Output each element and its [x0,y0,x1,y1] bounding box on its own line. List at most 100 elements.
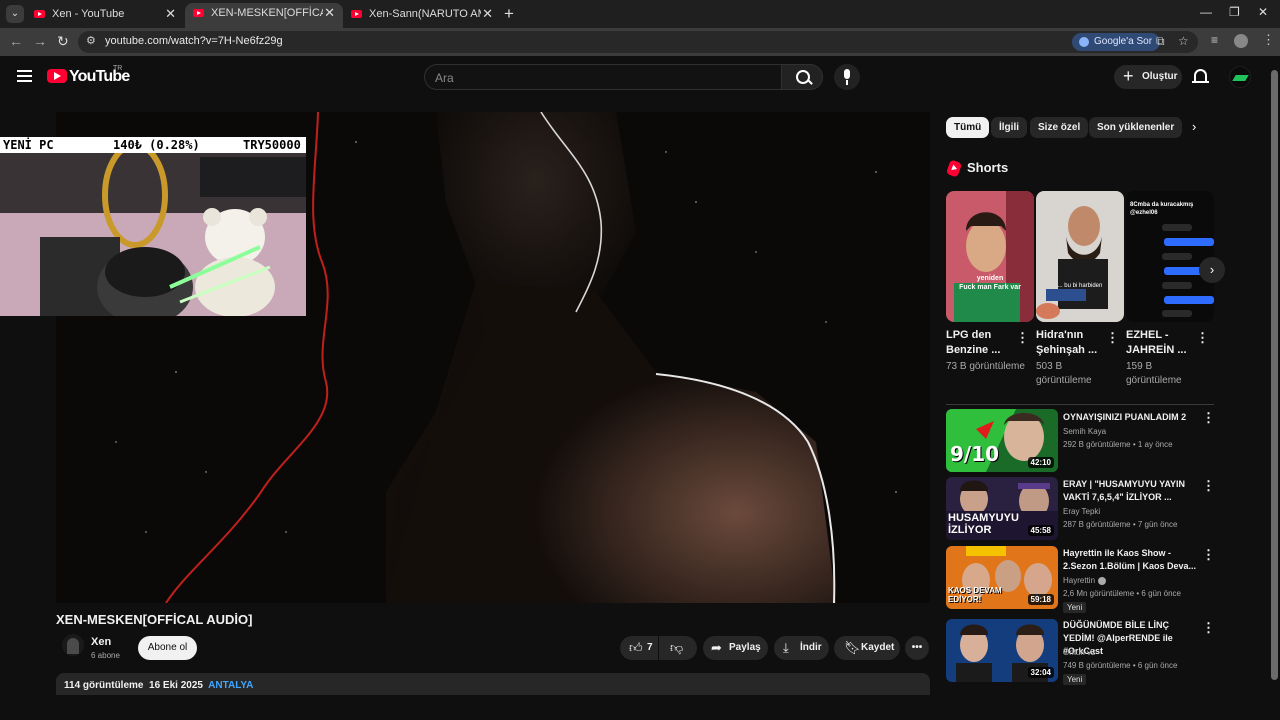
short-overlay-text: ... bu bi harbiden [1057,283,1103,289]
site-info-icon[interactable]: ⚙ [86,34,96,47]
channel-name[interactable]: Hayrettin [1063,576,1107,585]
more-vertical-icon[interactable]: ⋮ [1016,330,1029,346]
search-box [424,64,782,90]
short-title[interactable]: LPG den Benzine ... [946,328,1020,358]
youtube-favicon-icon [34,10,45,18]
chip-recently-uploaded[interactable]: Son yüklenenler [1089,117,1183,138]
new-tab-button[interactable]: + [504,4,514,24]
page-scrollbar[interactable] [1271,70,1278,680]
recommended-video[interactable]: HUSAMYUYU İZLİYOR 45:58 ERAY | "HUSAMYUY… [946,477,1215,541]
recommended-video[interactable]: 9/10 42:10 OYNAYIŞINIZI PUANLADIM 2 Semi… [946,409,1215,473]
browser-tab-active[interactable]: XEN-MESKEN[OFFİCAL AUDİO] ✕ [185,3,343,28]
webcam-overlay: YENİ PC 140₺ (0.28%) TRY50000 [0,137,306,316]
short-views: 159 B görüntüleme [1126,361,1182,386]
more-vertical-icon[interactable]: ⋮ [1202,547,1215,563]
thumbnail-text: 9/10 [950,442,1000,466]
notifications-bell-icon[interactable] [1192,69,1209,83]
chip-related[interactable]: İlgili [991,117,1027,138]
video-meta: 749 B görüntüleme • 6 gün önce [1063,661,1178,670]
location-link[interactable]: ANTALYA [208,680,253,691]
download-button[interactable]: ⤓ İndir [774,636,829,660]
bookmark-star-icon[interactable]: ☆ [1178,34,1189,48]
dislike-button[interactable]: 👎︎ [659,636,697,660]
more-vertical-icon[interactable]: ⋮ [1106,330,1119,346]
restore-icon[interactable]: ❐ [1229,5,1240,19]
channel-avatar[interactable] [62,634,84,656]
menu-icon[interactable] [17,70,32,82]
address-bar[interactable]: ⚙ youtube.com/watch?v=7H-Ne6fz29g Google… [78,31,1198,53]
channel-name[interactable]: Semih Kaya [1063,427,1106,436]
tab-search-icon[interactable]: ⌄ [6,5,24,23]
browser-menu-icon[interactable]: ⋮ [1262,32,1275,48]
search-icon[interactable] [781,64,823,90]
reload-icon[interactable]: ↻ [57,33,69,50]
reading-list-icon[interactable]: ≡ [1211,33,1218,47]
video-thumbnail[interactable]: 32:04 [946,619,1058,682]
short-views: 73 B görüntüleme [946,361,1025,372]
chip-for-you[interactable]: Size özel [1030,117,1089,138]
install-app-icon[interactable]: ⧉ [1156,34,1165,49]
view-count: 114 görüntüleme [64,680,144,691]
video-thumbnail[interactable]: HUSAMYUYU İZLİYOR 45:58 [946,477,1058,540]
create-button[interactable]: Oluştur [1114,64,1182,89]
like-button[interactable]: 👍︎ 7 [620,636,658,660]
video-duration: 59:18 [1027,594,1054,605]
youtube-header: YouTube TR Oluştur [0,56,1280,98]
divider [946,404,1214,405]
save-button[interactable]: 🔖︎ Kaydet [834,636,900,660]
video-thumbnail[interactable]: KAOS DEVAM EDİYOR! 59:18 [946,546,1058,609]
profile-avatar[interactable] [1234,34,1248,48]
video-thumbnail[interactable]: 9/10 42:10 [946,409,1058,472]
video-title[interactable]: OYNAYIŞINIZI PUANLADIM 2 [1063,411,1198,424]
verified-badge-icon [1098,576,1107,585]
url-text[interactable]: youtube.com/watch?v=7H-Ne6fz29g [105,35,283,47]
subscribe-button[interactable]: Abone ol [138,636,197,660]
video-meta: 292 B görüntüleme • 1 ay önce [1063,440,1173,449]
account-avatar[interactable] [1229,66,1251,88]
share-button[interactable]: ➦ Paylaş [703,636,768,660]
goal-label: YENİ PC [3,138,54,152]
short-thumbnail[interactable]: ... bu bi harbiden [1036,191,1124,322]
forward-icon[interactable]: → [33,33,47,49]
search-input[interactable] [435,69,765,87]
minimize-icon[interactable]: — [1200,5,1212,19]
video-duration: 42:10 [1027,457,1054,468]
chip-all[interactable]: Tümü [946,117,990,138]
short-thumbnail-image [1036,191,1124,322]
back-icon[interactable]: ← [9,33,23,49]
channel-name[interactable]: Orkun v2 [1063,648,1095,657]
recommended-video[interactable]: 32:04 DÜĞÜNÜMDE BİLE LİNÇ YEDİM! @AlperR… [946,619,1215,685]
more-vertical-icon[interactable]: ⋮ [1196,330,1209,346]
more-vertical-icon[interactable]: ⋮ [1202,410,1215,426]
short-thumbnail[interactable]: yeniden Fuck man Fark var [946,191,1034,322]
webcam-frame [0,137,306,316]
video-duration: 45:58 [1027,525,1054,536]
tab-label: Xen - YouTube [52,8,125,20]
browser-tab[interactable]: Xen-Sann(NARUTO AMV VİDEO) ✕ [343,4,501,26]
microphone-icon[interactable] [834,64,860,90]
close-window-icon[interactable]: ✕ [1258,5,1268,19]
tab-close-icon[interactable]: ✕ [165,4,176,24]
video-title[interactable]: Hayrettin ile Kaos Show - 2.Sezon 1.Bölü… [1063,547,1198,573]
more-vertical-icon[interactable]: ⋮ [1202,620,1215,636]
short-title[interactable]: Hidra'nın Şehinşah ... [1036,328,1110,358]
thumbs-up-icon: 👍︎ [629,640,643,655]
tab-close-icon[interactable]: ✕ [482,4,493,24]
ask-google-button[interactable]: Google'a Sor [1072,33,1161,51]
channel-name[interactable]: Xen [91,636,111,648]
browser-tab[interactable]: Xen - YouTube ✕ [26,4,184,26]
tab-close-icon[interactable]: ✕ [324,3,335,23]
shorts-next-button[interactable]: › [1199,257,1225,283]
short-thumbnail[interactable]: 8Cmba da kuracakmış @ezhel06 [1126,191,1214,322]
subscriber-count: 6 abone [91,651,120,660]
chevron-right-icon[interactable]: › [1192,119,1196,134]
channel-name[interactable]: Eray Tepki [1063,507,1100,516]
more-actions-button[interactable]: ••• [905,636,929,660]
more-vertical-icon[interactable]: ⋮ [1202,478,1215,494]
recommended-video[interactable]: KAOS DEVAM EDİYOR! 59:18 Hayrettin ile K… [946,546,1215,613]
channel-name-text: Hayrettin [1063,576,1096,585]
description-box[interactable]: 114 görüntüleme 16 Eki 2025 ANTALYA [56,673,930,695]
youtube-logo-icon[interactable] [47,69,67,83]
video-title[interactable]: ERAY | "HUSAMYUYU YAYIN VAKTİ 7,6,5,4" İ… [1063,478,1198,504]
short-title[interactable]: EZHEL - JAHREİN ... [1126,328,1200,358]
